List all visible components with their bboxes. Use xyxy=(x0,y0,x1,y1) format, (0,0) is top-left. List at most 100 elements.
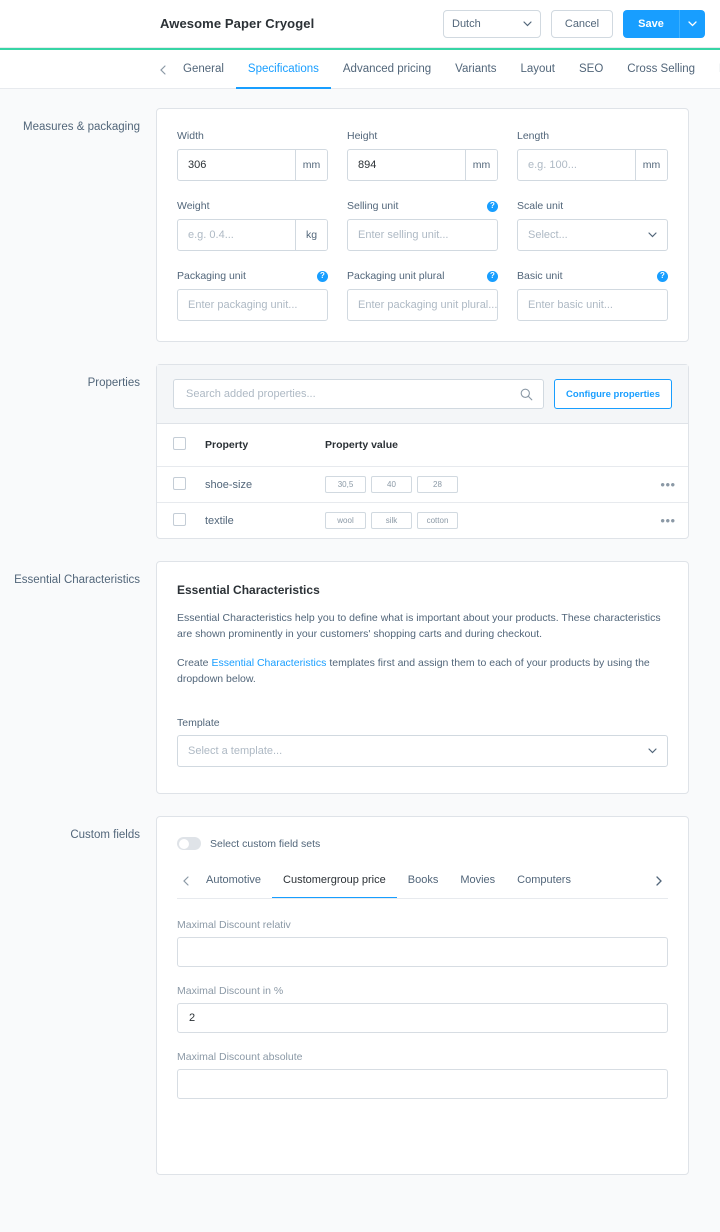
save-button[interactable]: Save xyxy=(623,9,679,38)
weight-input-placeholder: e.g. 0.4... xyxy=(188,229,234,241)
custom-field-sets-toggle-row: Select custom field sets xyxy=(177,837,668,850)
more-options-icon[interactable]: ••• xyxy=(660,513,675,528)
field-label-weight: Weight xyxy=(177,200,210,212)
field-maximal-discount-absolute: Maximal Discount absolute xyxy=(177,1051,668,1099)
product-specifications-page: Awesome Paper Cryogel Dutch Cancel Save xyxy=(0,0,720,1232)
basic-unit-input[interactable]: Enter basic unit... xyxy=(517,289,668,321)
custom-field-tab-automotive[interactable]: Automotive xyxy=(195,874,272,898)
page-content: Measures & packaging Width 306 mm Height xyxy=(0,89,720,1175)
column-header-property-value: Property value xyxy=(325,424,648,467)
section-label-measures: Measures & packaging xyxy=(23,121,140,133)
template-select-placeholder: Select a template... xyxy=(188,745,283,757)
field-height: Height 894 mm xyxy=(347,129,498,181)
essential-characteristics-link[interactable]: Essential Characteristics xyxy=(211,657,326,669)
packaging-unit-plural-input-placeholder: Enter packaging unit plural... xyxy=(358,299,497,311)
maximal-discount-percent-input[interactable]: 2 xyxy=(177,1003,668,1033)
field-label-height: Height xyxy=(347,130,378,142)
length-input-placeholder: e.g. 100... xyxy=(528,159,577,171)
language-select[interactable]: Dutch xyxy=(443,9,541,38)
help-icon[interactable]: ? xyxy=(487,270,498,282)
search-properties-box[interactable] xyxy=(173,379,545,409)
property-name: textile xyxy=(205,514,234,527)
field-label-basic-unit: Basic unit xyxy=(517,270,563,282)
essential-paragraph-2: Create Essential Characteristics templat… xyxy=(177,655,668,687)
smart-bar-actions: Dutch Cancel Save xyxy=(443,9,705,38)
toggle-knob xyxy=(178,838,189,849)
property-value-badges: 30,5 40 28 xyxy=(325,476,648,493)
packaging-unit-plural-input[interactable]: Enter packaging unit plural... xyxy=(347,289,498,321)
tab-scroll-left-button[interactable] xyxy=(155,64,171,75)
search-input[interactable] xyxy=(184,387,521,401)
table-row[interactable]: textile wool silk cotton ••• xyxy=(157,503,688,539)
more-options-icon[interactable]: ••• xyxy=(660,477,675,492)
table-row[interactable]: shoe-size 30,5 40 28 ••• xyxy=(157,466,688,503)
chevron-down-icon xyxy=(648,748,657,754)
select-all-checkbox[interactable] xyxy=(173,437,186,450)
essential-paragraph-1: Essential Characteristics help you to de… xyxy=(177,612,661,640)
packaging-unit-input[interactable]: Enter packaging unit... xyxy=(177,289,328,321)
field-maximal-discount-percent: Maximal Discount in % 2 xyxy=(177,985,668,1033)
section-label-custom-fields: Custom fields xyxy=(70,829,140,841)
tab-reviews[interactable]: Rev xyxy=(707,50,720,89)
section-label-properties: Properties xyxy=(87,377,140,389)
width-input[interactable]: 306 mm xyxy=(177,149,328,181)
properties-card: Configure properties Property Property v… xyxy=(156,364,689,539)
section-properties: Properties Configure properties xyxy=(0,364,720,539)
height-input-value: 894 xyxy=(358,159,377,171)
help-icon[interactable]: ? xyxy=(657,270,668,282)
maximal-discount-absolute-input[interactable] xyxy=(177,1069,668,1099)
custom-fields-card: Select custom field sets Automotive Cust… xyxy=(156,816,689,1175)
scale-unit-select-value: Select... xyxy=(528,229,568,241)
row-checkbox[interactable] xyxy=(173,512,186,526)
cancel-button[interactable]: Cancel xyxy=(551,9,613,38)
template-label: Template xyxy=(177,717,220,729)
length-input[interactable]: e.g. 100... mm xyxy=(517,149,668,181)
field-weight: Weight e.g. 0.4... kg xyxy=(177,199,328,251)
tab-layout[interactable]: Layout xyxy=(508,50,567,89)
custom-field-tab-scroll-right[interactable] xyxy=(650,875,668,897)
section-custom-fields: Custom fields Select custom field sets A… xyxy=(0,816,720,1175)
custom-field-tab-computers[interactable]: Computers xyxy=(506,874,582,898)
section-label-essential: Essential Characteristics xyxy=(14,574,140,586)
property-value-badge: wool xyxy=(325,512,366,529)
row-checkbox[interactable] xyxy=(173,476,186,490)
column-header-actions xyxy=(648,424,688,467)
tab-general[interactable]: General xyxy=(171,50,236,89)
height-input[interactable]: 894 mm xyxy=(347,149,498,181)
custom-field-tab-books[interactable]: Books xyxy=(397,874,450,898)
table-header-row: Property Property value xyxy=(157,424,688,467)
field-label-packaging-unit-plural: Packaging unit plural xyxy=(347,270,445,282)
custom-field-tab-list: Automotive Customergroup price Books Mov… xyxy=(195,874,650,898)
template-select[interactable]: Select a template... xyxy=(177,735,668,767)
selling-unit-input-placeholder: Enter selling unit... xyxy=(358,229,449,241)
help-icon[interactable]: ? xyxy=(317,270,328,282)
field-label-maximal-discount-absolute: Maximal Discount absolute xyxy=(177,1051,303,1063)
essential-card-title: Essential Characteristics xyxy=(177,583,320,597)
tab-variants[interactable]: Variants xyxy=(443,50,508,89)
help-icon[interactable]: ? xyxy=(487,200,498,212)
page-title: Awesome Paper Cryogel xyxy=(160,16,315,31)
field-width: Width 306 mm xyxy=(177,129,328,181)
maximal-discount-relativ-input[interactable] xyxy=(177,937,668,967)
custom-field-tab-customergroup-price[interactable]: Customergroup price xyxy=(272,874,397,898)
selling-unit-input[interactable]: Enter selling unit... xyxy=(347,219,498,251)
scale-unit-select[interactable]: Select... xyxy=(517,219,668,251)
properties-toolbar: Configure properties xyxy=(157,365,688,424)
select-custom-field-sets-toggle[interactable] xyxy=(177,837,201,850)
tab-cross-selling[interactable]: Cross Selling xyxy=(615,50,707,89)
tab-seo[interactable]: SEO xyxy=(567,50,615,89)
custom-field-tab-scroll-left[interactable] xyxy=(177,875,195,897)
property-value-badge: 28 xyxy=(417,476,458,493)
section-essential-characteristics: Essential Characteristics Essential Char… xyxy=(0,561,720,794)
custom-field-tab-movies[interactable]: Movies xyxy=(449,874,506,898)
configure-properties-button[interactable]: Configure properties xyxy=(554,379,672,409)
tab-advanced-pricing[interactable]: Advanced pricing xyxy=(331,50,443,89)
smart-bar: Awesome Paper Cryogel Dutch Cancel Save xyxy=(0,0,720,48)
weight-input[interactable]: e.g. 0.4... kg xyxy=(177,219,328,251)
width-unit-suffix: mm xyxy=(295,150,327,180)
save-dropdown-button[interactable] xyxy=(679,9,705,38)
tab-specifications[interactable]: Specifications xyxy=(235,50,331,89)
save-button-group: Save xyxy=(623,9,705,38)
chevron-down-icon xyxy=(523,20,532,27)
property-value-badge: 40 xyxy=(371,476,412,493)
